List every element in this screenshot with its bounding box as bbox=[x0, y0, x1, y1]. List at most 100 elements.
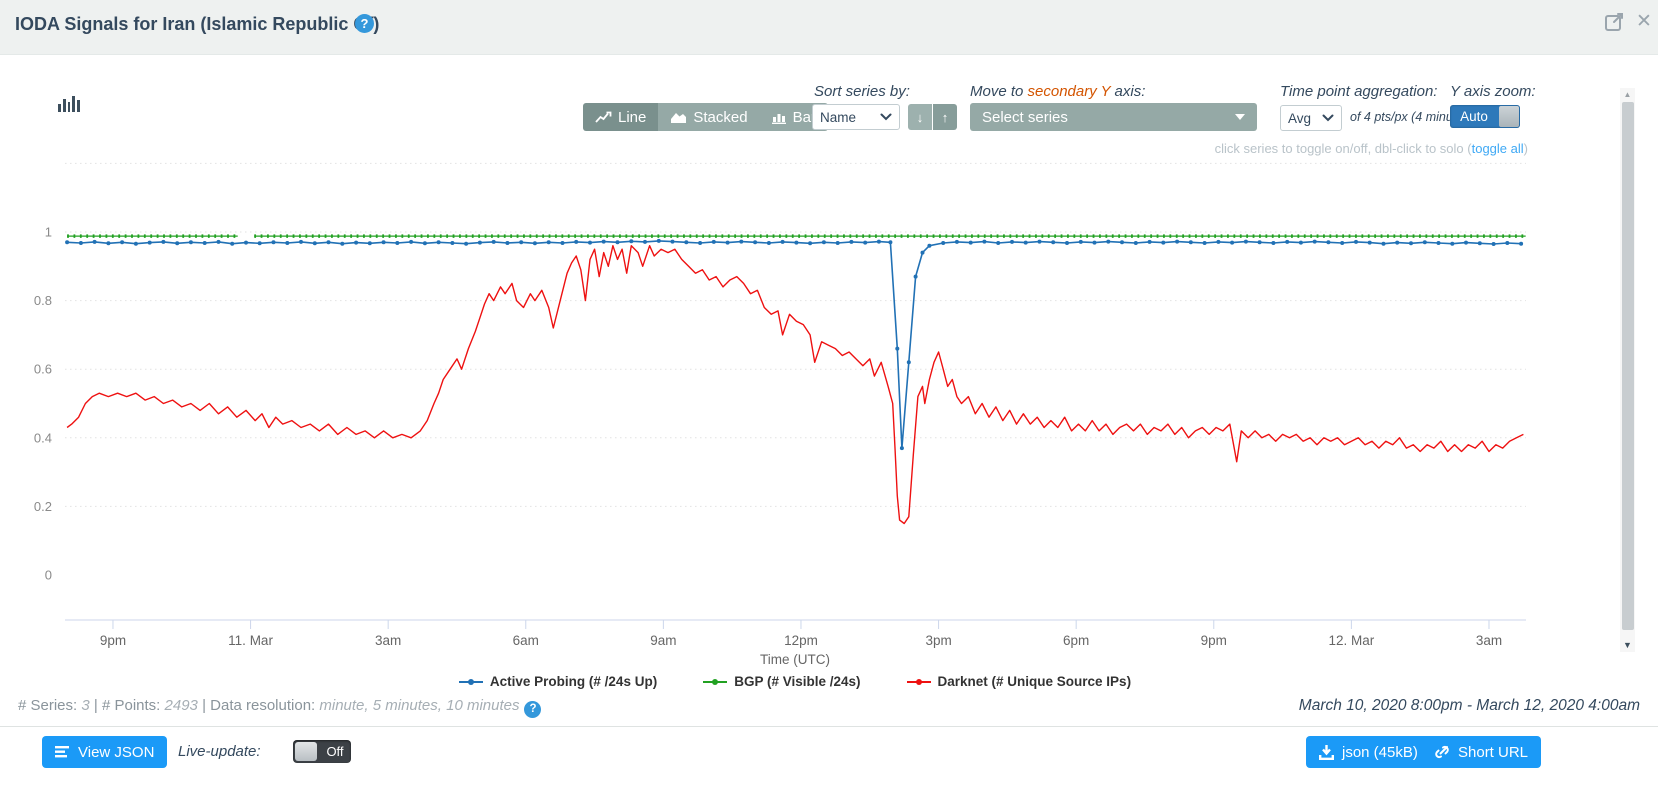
toggle-knob bbox=[295, 742, 317, 761]
series-point bbox=[450, 241, 454, 245]
series-point bbox=[203, 241, 207, 245]
series-point bbox=[1051, 240, 1055, 244]
chevron-down-icon bbox=[880, 113, 892, 121]
y-axis-tick-label: 0.8 bbox=[34, 293, 52, 308]
series-point bbox=[616, 240, 620, 244]
y-axis-zoom-label: Y axis zoom: bbox=[1450, 83, 1536, 100]
series-point bbox=[1340, 241, 1344, 245]
series-point bbox=[739, 240, 743, 244]
series-point bbox=[1258, 240, 1262, 244]
aggregation-label: Time point aggregation: bbox=[1280, 83, 1437, 100]
series-point bbox=[1065, 241, 1069, 245]
chart-menu-icon[interactable] bbox=[58, 94, 80, 112]
x-axis-title: Time (UTC) bbox=[0, 652, 1590, 667]
series-point bbox=[1120, 240, 1124, 244]
series-point bbox=[244, 241, 248, 245]
series-point bbox=[822, 240, 826, 244]
y-axis-tick-label: 0 bbox=[45, 568, 52, 583]
scroll-up-icon[interactable]: ▲ bbox=[1620, 88, 1635, 101]
series-point bbox=[1326, 240, 1330, 244]
y-axis-tick-label: 0.4 bbox=[34, 430, 52, 445]
y-axis-tick-label: 0.6 bbox=[34, 362, 52, 377]
series-point bbox=[1093, 241, 1097, 245]
list-icon bbox=[55, 745, 70, 759]
series-point bbox=[382, 240, 386, 244]
series-point bbox=[134, 242, 138, 246]
sort-series-select[interactable]: Name bbox=[812, 104, 900, 130]
sort-descending-button[interactable]: ↓ bbox=[908, 104, 932, 130]
time-range-label: March 10, 2020 8:00pm - March 12, 2020 4… bbox=[1299, 697, 1640, 715]
chart-type-stacked-button[interactable]: Stacked bbox=[658, 103, 759, 131]
ioda-signals-modal: IODA Signals for Iran (Islamic Republic … bbox=[0, 0, 1658, 802]
scrollbar-thumb[interactable] bbox=[1622, 102, 1634, 630]
titlebar: IODA Signals for Iran (Islamic Republic … bbox=[0, 0, 1658, 55]
scroll-down-icon[interactable]: ▼ bbox=[1620, 638, 1635, 652]
series-line[interactable] bbox=[67, 246, 1523, 524]
series-point bbox=[313, 241, 317, 245]
secondary-axis-series-placeholder: Select series bbox=[982, 109, 1068, 126]
series-point bbox=[1148, 240, 1152, 244]
y-axis-tick-label: 1 bbox=[45, 225, 52, 240]
x-axis-tick-label: 9am bbox=[650, 633, 676, 648]
series-point bbox=[836, 241, 840, 245]
series-point bbox=[1382, 242, 1386, 246]
series-point bbox=[794, 241, 798, 245]
series-point bbox=[368, 241, 372, 245]
series-line[interactable] bbox=[67, 241, 1521, 448]
series-point bbox=[437, 240, 441, 244]
series-point bbox=[478, 241, 482, 245]
series-point bbox=[982, 240, 986, 244]
series-point bbox=[712, 240, 716, 244]
chevron-down-icon bbox=[1322, 114, 1334, 122]
series-toggle-hint: click series to toggle on/off, dbl-click… bbox=[0, 141, 1528, 156]
series-point bbox=[1492, 242, 1496, 246]
series-point bbox=[492, 240, 496, 244]
chart-type-line-button[interactable]: Line bbox=[583, 103, 658, 131]
legend-marker-icon bbox=[703, 677, 727, 687]
x-axis-tick-label: 9pm bbox=[100, 633, 126, 648]
series-point bbox=[1285, 240, 1289, 244]
series-point bbox=[1175, 240, 1179, 244]
series-point bbox=[93, 240, 97, 244]
download-json-button[interactable]: json (45kB) bbox=[1306, 736, 1431, 768]
live-update-toggle[interactable]: Off bbox=[293, 740, 351, 763]
series-point bbox=[217, 240, 221, 244]
series-point bbox=[698, 241, 702, 245]
toggle-all-link[interactable]: toggle all bbox=[1472, 141, 1524, 156]
secondary-axis-series-select[interactable]: Select series bbox=[970, 103, 1257, 131]
secondary-axis-label: Move to secondary Y axis: bbox=[970, 83, 1145, 100]
series-point bbox=[753, 240, 757, 244]
chart-stats: # Series: 3 | # Points: 2493 | Data reso… bbox=[18, 697, 541, 718]
series-point bbox=[888, 240, 892, 244]
series-point bbox=[1313, 240, 1317, 244]
edit-popout-icon[interactable] bbox=[1604, 12, 1626, 34]
chart-legend: Active Probing (# /24s Up) BGP (# Visible… bbox=[0, 674, 1590, 689]
series-point bbox=[1216, 240, 1220, 244]
series-point bbox=[941, 241, 945, 245]
series-point bbox=[808, 241, 812, 245]
sort-ascending-button[interactable]: ↑ bbox=[933, 104, 957, 130]
legend-item[interactable]: Darknet (# Unique Source IPs) bbox=[907, 674, 1132, 689]
series-point bbox=[65, 240, 69, 244]
series-point bbox=[1519, 242, 1523, 246]
legend-item[interactable]: BGP (# Visible /24s) bbox=[703, 674, 860, 689]
legend-marker-icon bbox=[907, 677, 931, 687]
legend-item[interactable]: Active Probing (# /24s Up) bbox=[459, 674, 657, 689]
vertical-scrollbar[interactable]: ▲ ▼ bbox=[1620, 88, 1635, 652]
short-url-button[interactable]: Short URL bbox=[1421, 736, 1541, 768]
series-point bbox=[996, 241, 1000, 245]
series-point bbox=[574, 240, 578, 244]
series-point bbox=[161, 240, 165, 244]
series-point bbox=[907, 360, 911, 364]
close-icon[interactable]: ✕ bbox=[1636, 10, 1652, 33]
help-icon[interactable]: ? bbox=[355, 14, 374, 33]
caret-down-icon bbox=[1235, 114, 1245, 120]
series-point bbox=[1478, 241, 1482, 245]
x-axis-tick-label: 3am bbox=[1476, 633, 1502, 648]
live-update-label: Live-update: bbox=[178, 743, 261, 760]
series-point bbox=[547, 240, 551, 244]
view-json-button[interactable]: View JSON bbox=[42, 736, 167, 768]
aggregation-select[interactable]: Avg bbox=[1280, 105, 1342, 131]
help-icon[interactable]: ? bbox=[524, 701, 541, 718]
y-axis-zoom-toggle[interactable]: Auto bbox=[1450, 105, 1520, 128]
